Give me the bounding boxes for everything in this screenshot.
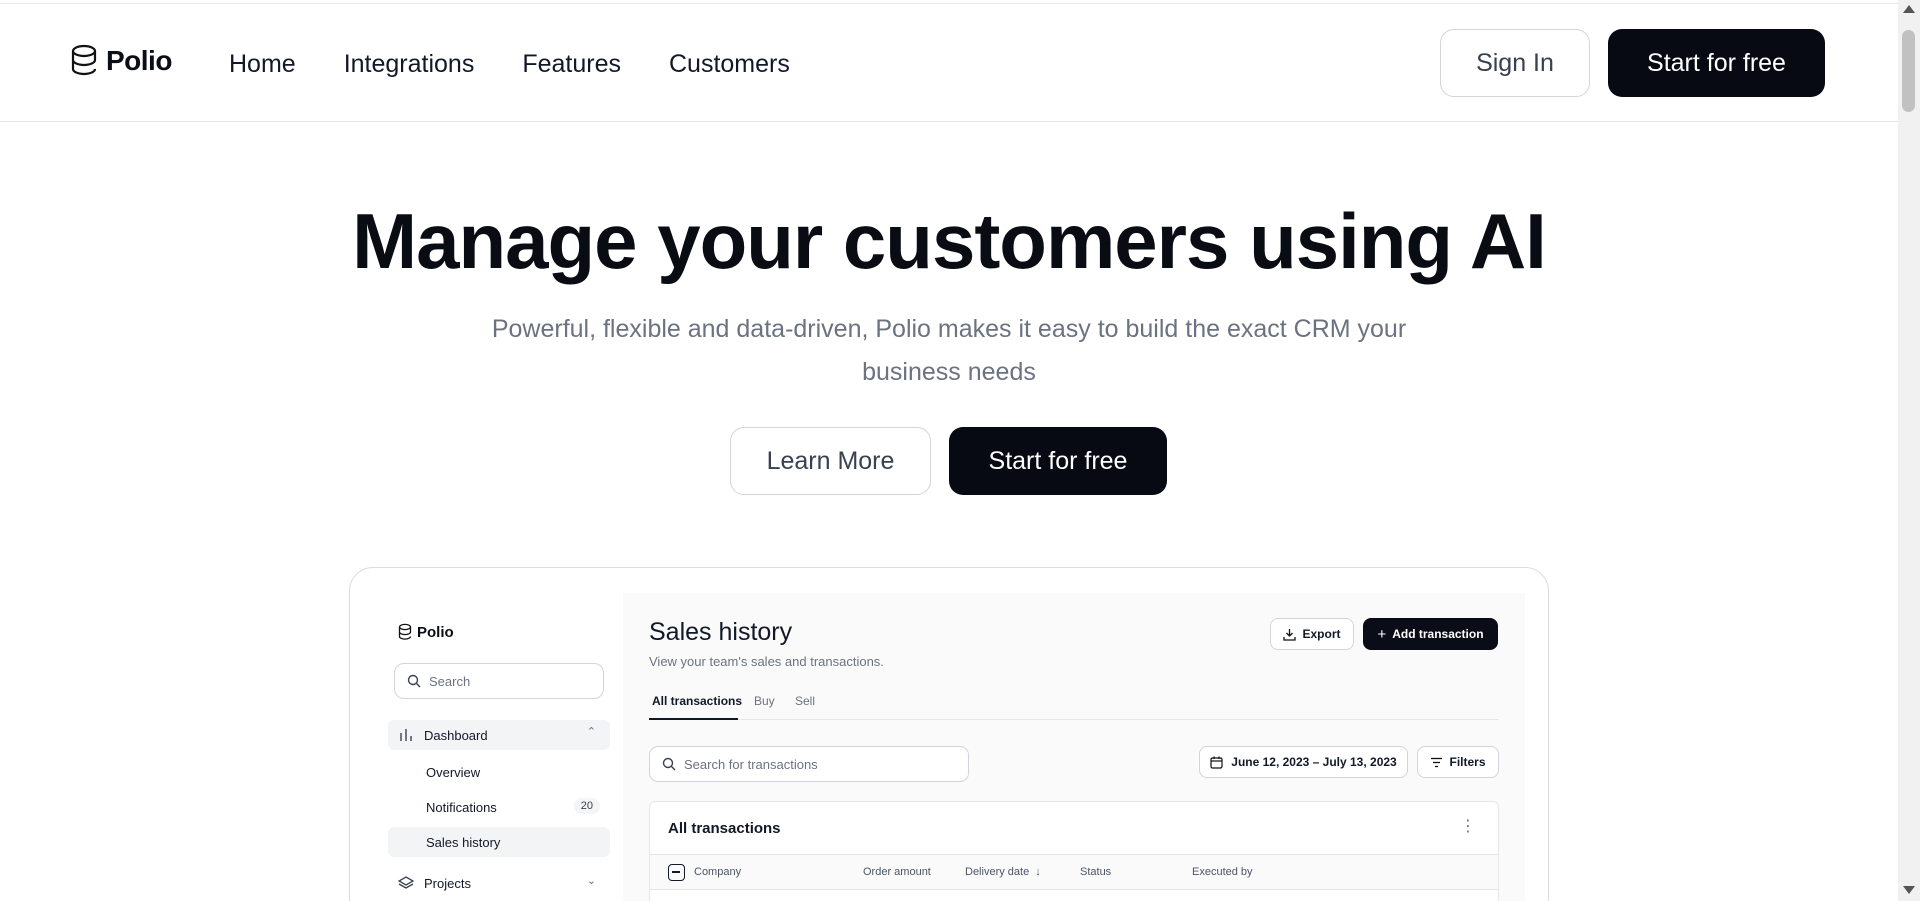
- search-icon: [662, 757, 676, 771]
- nav-start-free-button[interactable]: Start for free: [1608, 29, 1825, 97]
- scroll-down-arrow-icon[interactable]: [1903, 886, 1915, 894]
- scroll-up-arrow-icon[interactable]: [1903, 5, 1915, 13]
- active-tab-indicator: [649, 718, 738, 720]
- search-placeholder: Search: [429, 673, 471, 689]
- navbar: Polio Home Integrations Features Custome…: [0, 4, 1898, 122]
- column-status[interactable]: Status: [1080, 866, 1111, 878]
- tab-all-transactions[interactable]: All transactions: [652, 694, 742, 708]
- layers-icon: [398, 875, 414, 891]
- more-vertical-icon[interactable]: ⋮: [1460, 816, 1476, 836]
- sidebar-item-label: Sales history: [426, 834, 501, 850]
- hero-subtitle: Powerful, flexible and data-driven, Poli…: [491, 315, 1407, 386]
- mock-logo: Polio: [398, 623, 454, 641]
- page-subtitle: View your team's sales and transactions.: [649, 654, 884, 669]
- logo-text: Polio: [106, 45, 172, 76]
- chevron-down-icon: ⌄: [586, 875, 596, 887]
- column-executed-by[interactable]: Executed by: [1192, 866, 1253, 878]
- hero-title: Manage your customers using AI: [352, 197, 1547, 285]
- sign-in-button[interactable]: Sign In: [1440, 29, 1590, 97]
- filters-label: Filters: [1449, 755, 1486, 769]
- transaction-search-input[interactable]: Search for transactions: [649, 746, 969, 782]
- mock-logo-text: Polio: [417, 623, 454, 641]
- sidebar-item-label: Notifications: [426, 799, 497, 815]
- chevron-up-icon: ⌃: [586, 726, 596, 738]
- filters-button[interactable]: Filters: [1417, 746, 1499, 778]
- nav-home[interactable]: Home: [229, 50, 296, 79]
- notifications-count-badge: 20: [573, 798, 600, 814]
- select-all-checkbox[interactable]: [668, 864, 685, 881]
- page-title: Sales history: [649, 618, 793, 646]
- download-icon: [1283, 628, 1297, 641]
- sidebar-item-label: Projects: [424, 875, 471, 891]
- scrollbar-thumb[interactable]: [1902, 30, 1915, 112]
- bar-chart-icon: [398, 727, 414, 743]
- dashboard-preview: Polio Search Dashboard ⌃ Overview Notifi…: [349, 567, 1549, 901]
- sidebar-item-projects[interactable]: Projects ⌄: [388, 868, 610, 898]
- arrow-down-icon: ↓: [1035, 866, 1041, 878]
- sidebar-item-dashboard[interactable]: Dashboard ⌃: [388, 720, 610, 750]
- logo[interactable]: Polio: [70, 44, 172, 78]
- database-logo-icon: [398, 623, 412, 640]
- hero-start-free-button[interactable]: Start for free: [949, 427, 1167, 495]
- table-header: Company Order amount Delivery date ↓ Sta…: [650, 854, 1498, 890]
- column-delivery-date[interactable]: Delivery date ↓: [965, 866, 1041, 878]
- sidebar-item-sales-history[interactable]: Sales history: [388, 827, 610, 857]
- nav-customers[interactable]: Customers: [669, 50, 790, 79]
- sidebar-item-label: Overview: [426, 764, 481, 780]
- mock-search-input[interactable]: Search: [394, 663, 604, 699]
- date-range-label: June 12, 2023 – July 13, 2023: [1231, 755, 1397, 769]
- sidebar-item-label: Dashboard: [424, 727, 488, 743]
- column-company[interactable]: Company: [694, 866, 741, 878]
- search-icon: [407, 674, 421, 688]
- add-transaction-label: Add transaction: [1392, 627, 1484, 641]
- sidebar-item-notifications[interactable]: Notifications 20: [388, 792, 610, 822]
- learn-more-button[interactable]: Learn More: [730, 427, 931, 495]
- calendar-icon: [1210, 756, 1223, 769]
- tab-buy[interactable]: Buy: [754, 694, 775, 708]
- transaction-search-placeholder: Search for transactions: [684, 756, 818, 772]
- page-scrollbar[interactable]: [1898, 0, 1920, 901]
- nav-features[interactable]: Features: [522, 50, 621, 79]
- main-nav: Home Integrations Features Customers: [229, 50, 790, 79]
- plus-icon: +: [1377, 625, 1387, 643]
- column-order-amount[interactable]: Order amount: [863, 866, 931, 878]
- filter-lines-icon: [1431, 757, 1443, 767]
- add-transaction-button[interactable]: + Add transaction: [1363, 618, 1498, 650]
- nav-integrations[interactable]: Integrations: [344, 50, 475, 79]
- export-label: Export: [1302, 627, 1341, 641]
- transaction-tabs: All transactions Buy Sell: [649, 686, 1499, 720]
- date-range-picker[interactable]: June 12, 2023 – July 13, 2023: [1199, 746, 1408, 778]
- sidebar-item-overview[interactable]: Overview: [388, 757, 610, 787]
- table-title: All transactions: [668, 820, 781, 837]
- tab-sell[interactable]: Sell: [795, 694, 815, 708]
- export-button[interactable]: Export: [1270, 618, 1354, 650]
- column-label: Delivery date: [965, 866, 1030, 878]
- transactions-table-card: All transactions ⋮ Company Order amount …: [649, 801, 1499, 901]
- database-logo-icon: [71, 44, 97, 76]
